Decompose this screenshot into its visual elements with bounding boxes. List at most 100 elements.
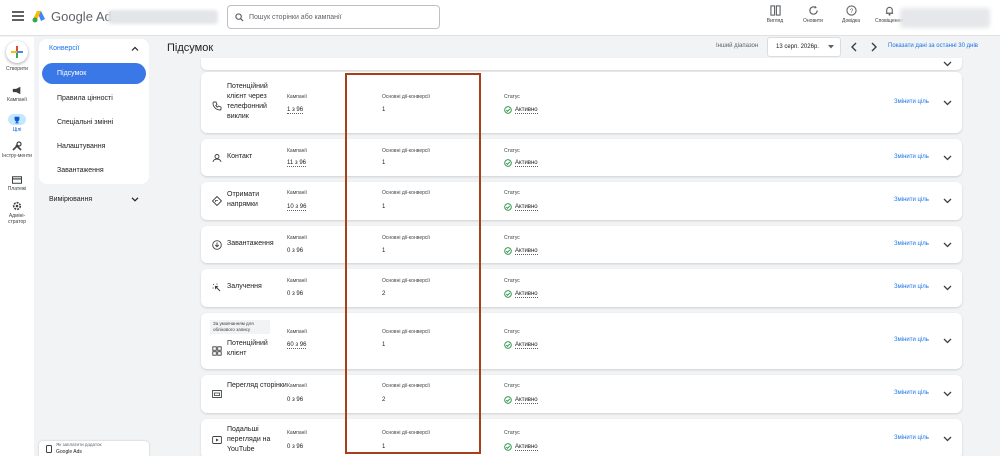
status-label: Статус — [504, 430, 520, 436]
goal-row[interactable]: За умовчанням для облікового запису Потен… — [201, 313, 962, 369]
chevron-down-icon[interactable] — [943, 338, 952, 344]
subnav-item-value-rules[interactable]: Правила цінності — [42, 88, 146, 109]
campaigns-label: Кампанії — [287, 329, 307, 335]
chevron-up-icon — [131, 46, 139, 51]
status-indicator: Активно — [504, 443, 538, 451]
campaigns-label: Кампанії — [287, 430, 307, 436]
phone-icon — [212, 101, 222, 111]
subnav-item-settings[interactable]: Налаштування — [42, 136, 146, 157]
rail-item-tools[interactable]: Інстру-менти — [0, 141, 34, 159]
chevron-down-icon[interactable] — [943, 391, 952, 397]
goal-name: Подальші перегляди на YouTube — [227, 426, 271, 453]
conversions-section-header[interactable]: Конверсії — [39, 39, 149, 57]
status-text: Активно — [515, 443, 538, 451]
view-button[interactable]: Вигляд — [760, 5, 790, 24]
help-button[interactable]: ? Довідка — [836, 5, 866, 24]
goal-name: Контакт — [227, 153, 253, 160]
phone-app-icon — [46, 445, 52, 453]
tools-icon — [12, 141, 22, 151]
top-actions: Вигляд Оновити ? Довідка Сповіщення — [760, 5, 904, 24]
goal-name: Завантаження — [227, 240, 274, 247]
notifications-label: Сповіщення — [875, 18, 903, 24]
campaigns-label: Кампанії — [287, 235, 307, 241]
goal-name: Потенційний клієнт через телефонний викл… — [227, 83, 268, 120]
change-goal-link[interactable]: Змінити ціль — [894, 197, 929, 203]
campaigns-value[interactable]: 0 з 96 — [287, 444, 303, 450]
measurement-section-header[interactable]: Вимірювання — [39, 190, 149, 208]
goal-name: Потенційний клієнт — [227, 340, 268, 357]
change-goal-link[interactable]: Змінити ціль — [894, 435, 929, 441]
date-range-value: 13 серп. 2026р. — [776, 44, 819, 50]
campaigns-value[interactable]: 0 з 96 — [287, 248, 303, 254]
help-label: Довідка — [842, 18, 860, 24]
highlight-box — [345, 73, 481, 454]
previous-period-icon[interactable] — [850, 42, 858, 52]
gear-icon — [12, 201, 22, 211]
chevron-down-icon[interactable] — [943, 436, 952, 442]
goal-row[interactable]: Залучення Кампанії 0 з 96 Основні дії-конве… — [201, 269, 962, 307]
subnav-item-custom-variables[interactable]: Спеціальні змінні — [42, 112, 146, 133]
status-label: Статус — [504, 278, 520, 284]
menu-icon[interactable] — [12, 11, 24, 21]
subnav-item-summary[interactable]: Підсумок — [42, 63, 146, 84]
google-ads-logo-icon — [32, 11, 45, 23]
card-icon — [12, 176, 22, 184]
change-goal-link[interactable]: Змінити ціль — [894, 99, 929, 105]
goal-row[interactable]: Завантаження Кампанії 0 з 96 Основні дії-ко… — [201, 226, 962, 263]
date-range-select[interactable]: 13 серп. 2026р. — [767, 37, 841, 57]
pageview-icon — [212, 390, 222, 398]
chevron-down-icon[interactable] — [943, 155, 952, 161]
show-last-30-days-link[interactable]: Показати дані за останні 30 днів — [888, 43, 978, 49]
search-box[interactable]: Пошук сторінки або кампанії — [227, 5, 440, 29]
create-button[interactable] — [6, 41, 28, 63]
goal-name: Перегляд сторінки — [227, 382, 287, 389]
rail-item-goals[interactable]: Цілі — [0, 114, 34, 133]
subnav-item-uploads[interactable]: Завантаження — [42, 160, 146, 181]
goal-row[interactable]: Перегляд сторінки Кампанії 0 з 96 Основні д… — [201, 375, 962, 413]
conversions-nav: Конверсії Підсумок Правила цінності Спец… — [39, 39, 149, 184]
goal-row[interactable]: Отримати напрямки Кампанії 10 з 96 Основні … — [201, 182, 962, 220]
next-period-icon[interactable] — [870, 42, 878, 52]
rail-label-tools: Інстру-менти — [2, 153, 32, 159]
change-goal-link[interactable]: Змінити ціль — [894, 154, 929, 160]
rail-label-billing: Платежі — [7, 186, 27, 192]
campaigns-value[interactable]: 10 з 96 — [287, 204, 307, 211]
date-range-label: Інший діапазон — [716, 43, 759, 49]
campaigns-value[interactable]: 60 з 96 — [287, 342, 307, 349]
lead-icon — [212, 346, 222, 356]
chevron-down-icon[interactable] — [943, 242, 952, 248]
chevron-down-icon[interactable] — [943, 100, 952, 106]
campaigns-value[interactable]: 0 з 96 — [287, 291, 303, 297]
contact-icon — [212, 154, 222, 163]
svg-text:?: ? — [849, 8, 853, 15]
goal-row[interactable]: Контакт Кампанії 11 з 96 Основні дії-конвер… — [201, 139, 962, 176]
account-info[interactable] — [108, 10, 218, 24]
rail-item-campaigns[interactable]: Кампанії — [0, 86, 34, 103]
change-goal-link[interactable]: Змінити ціль — [894, 337, 929, 343]
status-indicator: Активно — [504, 203, 538, 211]
goal-row[interactable]: Подальші перегляди на YouTube Кампанії 0 з… — [201, 419, 962, 456]
campaigns-label: Кампанії — [287, 94, 307, 100]
campaigns-value[interactable]: 0 з 96 — [287, 397, 303, 403]
change-goal-link[interactable]: Змінити ціль — [894, 241, 929, 247]
app-install-widget[interactable]: Як заплатити додаток Google Ads — [39, 441, 149, 456]
campaigns-value[interactable]: 1 з 96 — [287, 107, 304, 114]
chevron-down-icon[interactable] — [943, 198, 952, 204]
view-label: Вигляд — [766, 18, 784, 24]
refresh-button[interactable]: Оновити — [798, 5, 828, 24]
help-icon: ? — [845, 5, 857, 16]
rail-item-billing[interactable]: Платежі — [0, 176, 34, 192]
google-ads-logo[interactable]: Google Ads — [32, 9, 118, 24]
goal-row[interactable]: Потенційний клієнт через телефонний викл… — [201, 72, 962, 133]
change-goal-link[interactable]: Змінити ціль — [894, 284, 929, 290]
chevron-down-icon[interactable] — [943, 61, 952, 67]
change-goal-link[interactable]: Змінити ціль — [894, 390, 929, 396]
campaigns-value[interactable]: 11 з 96 — [287, 160, 306, 167]
rail-item-admin[interactable]: Адміні-стратор — [0, 201, 34, 225]
status-text: Активно — [515, 159, 538, 167]
page-title: Підсумок — [167, 42, 214, 54]
user-account[interactable] — [900, 8, 990, 28]
chevron-down-icon[interactable] — [943, 285, 952, 291]
goal-name: Отримати напрямки — [227, 191, 260, 208]
search-icon — [235, 12, 244, 22]
